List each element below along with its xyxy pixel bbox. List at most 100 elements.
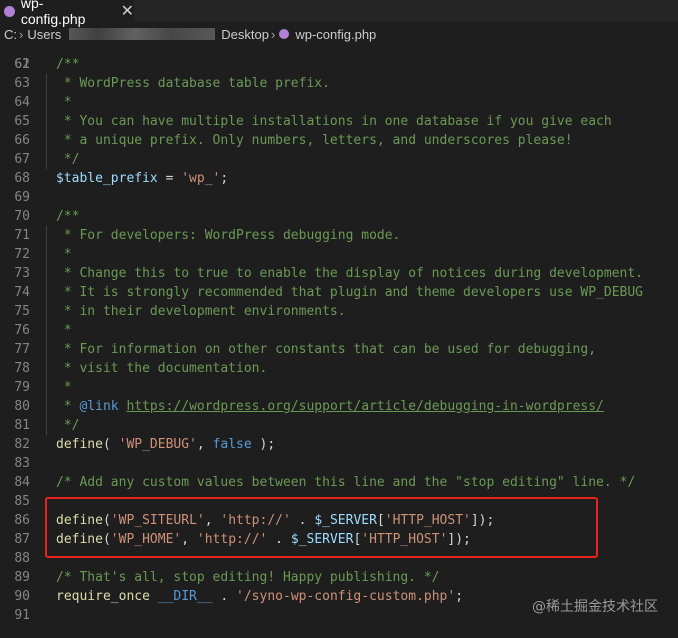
code-token: '/syno-wp-config-custom.php' [236,589,456,604]
code-token: * [56,380,72,395]
php-elephant-icon [4,5,15,17]
code-token: * [56,247,72,262]
code-line: 75 * in their development environments. [0,302,678,321]
code-text: /* That's all, stop editing! Happy publi… [56,568,440,587]
line-number: 63 [14,76,30,91]
code-text: * [56,378,72,397]
code-text: * For developers: WordPress debugging mo… [56,226,401,245]
code-token: */ [56,152,80,167]
code-token: * WordPress database table prefix. [56,76,330,91]
code-line: 63 * WordPress database table prefix. [0,74,678,93]
line-number: 74 [14,285,30,300]
line-number: 84 [14,475,30,490]
code-token: ( [102,437,119,452]
code-line: 72 * [0,245,678,264]
code-text: * @link https://wordpress.org/support/ar… [56,397,604,416]
code-line: 62 /** [0,55,678,74]
line-number: 75 [14,304,30,319]
line-number: 70 [14,209,30,224]
code-token: * You can have multiple installations in… [56,114,612,129]
code-token: ); [251,437,276,452]
code-token: . [212,589,237,604]
code-line: 71 * For developers: WordPress debugging… [0,226,678,245]
line-number: 87 [14,532,30,547]
code-token: * Change this to true to enable the disp… [56,266,643,281]
code-line: 82 define( 'WP_DEBUG', false ); [0,435,678,454]
line-number: 77 [14,342,30,357]
code-line: 69 [0,188,678,207]
code-token: * It is strongly recommended that plugin… [56,285,643,300]
breadcrumb-desktop[interactable]: Desktop [221,27,269,42]
code-line: 67 */ [0,150,678,169]
code-text: * Change this to true to enable the disp… [56,264,643,283]
code-token: require_once [56,589,150,604]
code-token: */ [56,418,80,433]
code-line: 80 * @link https://wordpress.org/support… [0,397,678,416]
code-token: * a unique prefix. Only numbers, letters… [56,133,573,148]
line-number: 69 [14,190,30,205]
code-text: /* Add any custom values between this li… [56,473,635,492]
code-line: 77 * For information on other constants … [0,340,678,359]
line-number: 80 [14,399,30,414]
code-line: 74 * It is strongly recommended that plu… [0,283,678,302]
code-text: * [56,321,72,340]
breadcrumb: C: › Users Desktop › wp-config.php [0,22,678,46]
close-icon[interactable]: ✕ [121,1,134,21]
indent-guide [46,74,47,169]
code-text: * It is strongly recommended that plugin… [56,283,643,302]
code-line: 78 * visit the documentation. [0,359,678,378]
watermark: @稀土掘金技术社区 [532,599,658,615]
code-token: define [56,437,103,452]
code-text: */ [56,416,80,435]
line-number: 85 [14,494,30,509]
tab-bar: wp-config.php ✕ [0,0,678,27]
tab-wp-config[interactable]: wp-config.php ✕ [0,0,134,27]
code-line: 89 /* That's all, stop editing! Happy pub… [0,568,678,587]
highlight-box [45,497,598,558]
code-line: 73 * Change this to true to enable the d… [0,264,678,283]
line-number: 76 [14,323,30,338]
line-number: 78 [14,361,30,376]
line-number: 65 [14,114,30,129]
redacted-username [69,28,216,40]
code-text: * visit the documentation. [56,359,268,378]
line-number: 89 [14,570,30,585]
code-token: * in their development environments. [56,304,346,319]
code-text: * For information on other constants tha… [56,340,596,359]
line-number: 72 [14,247,30,262]
code-token: * [56,399,80,414]
chevron-right-icon: › [271,26,276,42]
php-elephant-icon [279,29,290,39]
breadcrumb-users[interactable]: Users [27,27,61,42]
code-token: * For developers: WordPress debugging mo… [56,228,401,243]
breadcrumb-file[interactable]: wp-config.php [295,27,376,42]
code-token: __DIR__ [157,589,213,604]
code-text: /** [56,207,79,226]
code-token: * For information on other constants tha… [56,342,597,357]
code-line: 81 */ [0,416,678,435]
code-text: define( 'WP_DEBUG', false ); [56,435,275,454]
code-text: require_once __DIR__ . '/syno-wp-config-… [56,587,463,606]
code-token: , [196,437,213,452]
code-token: /* That's all, stop editing! Happy publi… [56,570,440,585]
breadcrumb-drive[interactable]: C: [4,27,17,42]
code-editor[interactable]: 61 62 /** 63 * WordPress database table pr… [0,46,678,638]
code-line: 84 /* Add any custom values between this … [0,473,678,492]
code-token: * [56,95,72,110]
doc-link[interactable]: https://wordpress.org/support/article/de… [126,399,603,414]
code-token: 'wp_' [181,171,221,186]
code-token: /** [56,209,80,224]
code-line: 68 $table_prefix = 'wp_'; [0,169,678,188]
line-number: 79 [14,380,30,395]
code-line: 76 * [0,321,678,340]
code-text: * You can have multiple installations in… [56,112,612,131]
code-text: */ [56,150,80,169]
line-number: 81 [14,418,30,433]
code-text: /** [56,55,79,74]
line-number: 66 [14,133,30,148]
code-line: 70 /** [0,207,678,226]
line-number: 86 [14,513,30,528]
code-text: * WordPress database table prefix. [56,74,330,93]
code-token: /** [56,57,80,72]
